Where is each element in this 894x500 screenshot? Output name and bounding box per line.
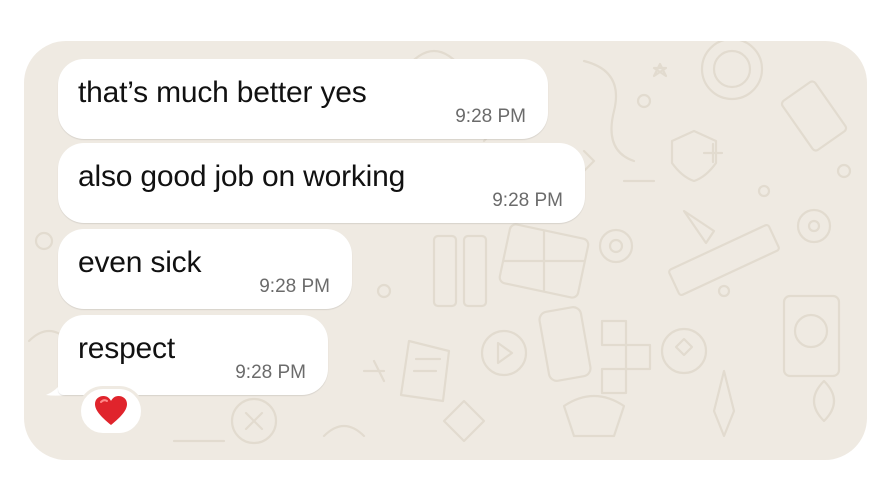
message-timestamp: 9:28 PM <box>235 362 306 383</box>
message-bubble[interactable]: that’s much better yes 9:28 PM <box>58 59 548 139</box>
message-bubble[interactable]: also good job on working 9:28 PM <box>58 143 585 223</box>
message-bubble[interactable]: respect 9:28 PM <box>58 315 328 395</box>
message-bubble[interactable]: even sick 9:28 PM <box>58 229 352 309</box>
message-timestamp: 9:28 PM <box>259 276 330 297</box>
message-timestamp: 9:28 PM <box>492 190 563 211</box>
message-text: even sick <box>78 246 202 279</box>
red-heart-icon <box>95 396 127 425</box>
message-text: respect <box>78 332 175 365</box>
chat-area: that’s much better yes 9:28 PM also good… <box>24 41 867 460</box>
message-timestamp: 9:28 PM <box>455 106 526 127</box>
message-text: that’s much better yes <box>78 76 367 109</box>
message-text: also good job on working <box>78 160 406 193</box>
reaction-badge[interactable] <box>78 386 144 436</box>
